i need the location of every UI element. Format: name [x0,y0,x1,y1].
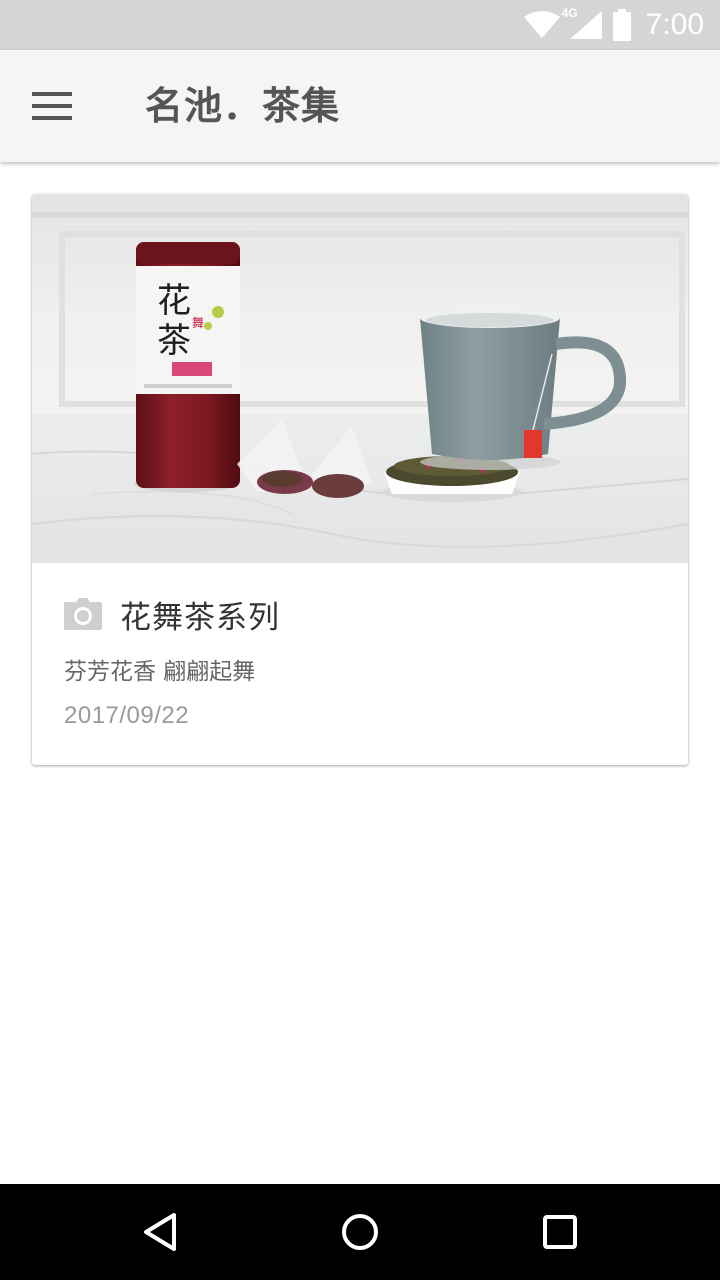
app-bar: 名池．茶集 [0,50,720,162]
can-label-char2: 茶 [157,321,191,361]
recents-button[interactable] [530,1202,590,1262]
wifi-icon [523,11,560,38]
back-triangle-icon [144,1213,176,1251]
system-nav-bar [0,1184,720,1280]
can-label-char1: 花 [157,281,191,321]
card-title-row: 花舞茶系列 [64,594,280,636]
status-icons: 4G 7:00 [523,0,704,50]
card-subtitle: 芬芳花香 翩翩起舞 [64,659,256,685]
card-title: 花舞茶系列 [120,599,280,636]
card-image[interactable]: 花 茶 舞 [32,194,688,563]
home-button[interactable] [330,1202,390,1262]
battery-icon [612,9,631,41]
app-title: 名池．茶集 [145,84,341,128]
status-bar: 4G 7:00 [0,0,720,50]
article-card[interactable]: 花 茶 舞 花舞茶系列 芬芳花香 翩翩起舞 2017/09/22 [32,194,688,765]
menu-icon [32,92,72,120]
status-time: 7:00 [645,8,704,41]
menu-button[interactable] [24,78,80,134]
home-circle-icon [342,1214,378,1250]
camera-icon [64,598,102,630]
recents-square-icon [543,1215,577,1249]
svg-text:舞: 舞 [192,316,204,330]
back-button[interactable] [130,1202,190,1262]
cell-signal-icon: 4G [562,6,604,40]
network-type-label: 4G [561,6,578,20]
card-date: 2017/09/22 [64,702,190,729]
